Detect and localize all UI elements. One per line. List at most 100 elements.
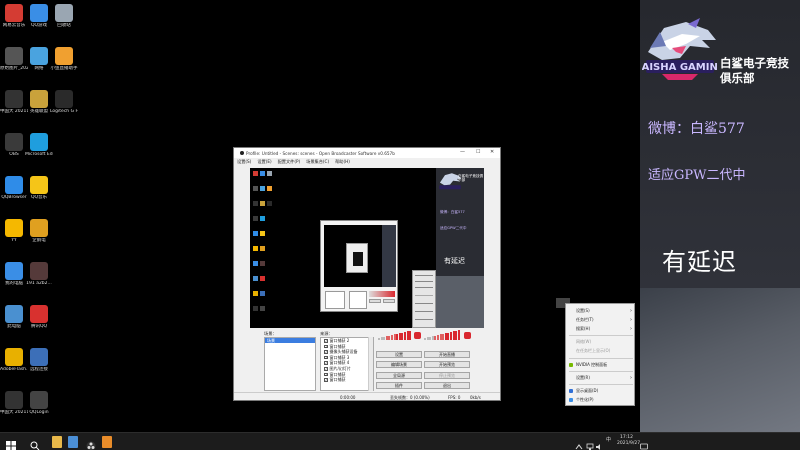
source-visibility-checkbox[interactable]: ✓ (324, 350, 328, 354)
stop-preview-button[interactable]: 停止预览 (424, 372, 470, 379)
desktop-icon[interactable]: QQ音乐 (25, 176, 53, 200)
context-menu-item[interactable]: 设置(R) › (566, 374, 636, 382)
nested-controls (369, 291, 395, 309)
desktop-icon-label: 中国大 20211020... (0, 410, 28, 415)
desktop-icon[interactable]: 我的电脑 (0, 262, 28, 286)
desktop-icon[interactable]: 网易云音乐 (0, 4, 28, 28)
desktop-icon[interactable]: 此电脑 (0, 305, 28, 329)
desktop-icon[interactable]: Microsoft Edge (25, 133, 53, 157)
start-preview-button[interactable]: 开始预览 (424, 361, 470, 368)
plugins-button[interactable]: 插件 (376, 382, 422, 389)
desktop-icon[interactable]: OBS (0, 133, 28, 157)
exit-button[interactable]: 退出 (424, 382, 470, 389)
ime-indicator[interactable]: 中 (606, 438, 611, 443)
desktop-icon[interactable]: QQLogin (25, 391, 53, 415)
context-menu-item[interactable]: 搜索(H) › (566, 325, 636, 333)
context-menu-item[interactable]: 个性化(P) (566, 396, 636, 404)
menu-item-edit[interactable]: 设置(E) (257, 159, 271, 165)
minimize-icon[interactable]: — (460, 149, 465, 155)
desktop-icon[interactable]: 远程连接 (25, 348, 53, 372)
app-icon (30, 176, 48, 194)
clock-date[interactable]: 2021/9/27 (617, 441, 640, 446)
menu-item-profiles[interactable]: 配置文件(P) (278, 159, 301, 165)
desktop-icon[interactable]: 191 a2b2... (25, 262, 53, 286)
mic-volume-meter[interactable] (378, 330, 412, 340)
desktop-icon[interactable]: AdobeFlash... (0, 348, 28, 372)
tray-expand-icon[interactable] (575, 436, 583, 450)
app-icon (5, 90, 23, 108)
taskbar: 中 17:12 2021/9/27 (0, 432, 800, 450)
preview-desktop-icon (267, 186, 272, 191)
obs-status-bar: 0:00:00 丢失帧数：0 (0.00%) FPS: 0 0kb/s (234, 392, 500, 400)
obs-menu-bar: 设置(S) 设置(E) 配置文件(P) 场景集合(C) 帮助(H) (234, 158, 500, 166)
context-menu-item[interactable]: 显示桌面(D) (566, 387, 636, 395)
source-visibility-checkbox[interactable]: ✓ (324, 372, 328, 377)
source-visibility-checkbox[interactable]: ✓ (324, 378, 328, 382)
context-menu-item[interactable]: 在任务栏上显示(O) (566, 347, 636, 355)
search-icon[interactable] (30, 436, 42, 450)
context-menu-item[interactable]: NVIDIA 控制面板 (566, 361, 636, 369)
edit-scene-button[interactable]: 编辑场景 (376, 361, 422, 368)
network-icon[interactable] (586, 436, 594, 450)
desktop-icon[interactable]: Logitech G HUB (50, 90, 78, 114)
context-menu-item[interactable]: 设置(S) › (566, 307, 636, 315)
start-button[interactable] (6, 436, 18, 450)
desktop-icon[interactable]: 小鱼直播助手 (50, 47, 78, 71)
context-menu-item[interactable]: 任务栏(T) › (566, 316, 636, 324)
preview-desktop-icon (260, 186, 265, 191)
desktop-icon[interactable]: 腾讯QQ (25, 305, 53, 329)
preview-desktop-icon (267, 201, 272, 206)
settings-button[interactable]: 设置 (376, 351, 422, 358)
browser-icon[interactable] (68, 436, 78, 448)
preview-status-adapting: 适应GPW二代中 (440, 226, 467, 230)
file-explorer-icon[interactable] (52, 436, 62, 448)
app-taskbar-icon[interactable] (102, 436, 112, 448)
desktop-icon[interactable]: YY (0, 219, 28, 243)
notification-icon[interactable] (640, 436, 648, 450)
preview-desktop-icon (260, 306, 265, 311)
context-menu-item[interactable]: 网络(W) (566, 338, 636, 346)
mic-speaker-icon[interactable] (414, 332, 421, 339)
sources-list[interactable]: ✓ 窗口捕获 2 ✓ 窗口捕获 ✓ 摄像头捕获设备 ✓ 窗口捕获 3 ✓ 窗口捕获 4 ✓ 图片/幻灯… (320, 337, 374, 391)
source-visibility-checkbox[interactable]: ✓ (324, 355, 328, 360)
preview-desktop-icon (253, 171, 258, 176)
menu-item-scene-collections[interactable]: 场景集合(C) (306, 159, 329, 165)
chevron-right-icon: › (630, 375, 632, 381)
taskbar-context-menu[interactable]: 设置(S) › 任务栏(T) › 搜索(H) › 网络(W) 在任务栏上显示(O) NVIDIA… (565, 303, 635, 406)
app-icon (30, 90, 48, 108)
sources-scrollbar[interactable] (368, 337, 373, 391)
desktop-icon[interactable]: 中国大 20211123... (0, 90, 28, 114)
volume-icon[interactable] (595, 436, 603, 450)
app-icon (5, 348, 23, 366)
desktop-icon[interactable]: QQ游戏 (25, 4, 53, 28)
desktop-icon[interactable]: 网络 (25, 47, 53, 71)
obs-taskbar-icon[interactable] (86, 436, 96, 450)
desktop-icon[interactable]: QQBrowser (0, 176, 28, 200)
desktop-volume-meter[interactable] (424, 330, 462, 340)
source-visibility-checkbox[interactable]: ✓ (324, 344, 328, 349)
desktop-icon[interactable]: 中国大 20211020... (0, 391, 28, 415)
global-sources-button[interactable]: 全局源 (376, 372, 422, 379)
start-stream-button[interactable]: 开始直播 (424, 351, 470, 358)
desktop-speaker-icon[interactable] (464, 332, 471, 339)
desktop-icon[interactable]: 原始图片_20211... (0, 47, 28, 71)
source-visibility-checkbox[interactable]: ✓ (324, 367, 328, 371)
desktop-icon[interactable]: 回收站 (50, 4, 78, 28)
app-icon (5, 262, 23, 280)
menu-item-help[interactable]: 帮助(H) (335, 159, 350, 165)
preview-desktop-icon (253, 231, 258, 236)
menu-item-settings[interactable]: 设置(S) (237, 159, 251, 165)
maximize-icon[interactable]: ☐ (476, 149, 480, 155)
desktop-icon[interactable]: 企鹅电 (25, 219, 53, 243)
obs-preview[interactable]: 白鲨电子竞技俱乐部 微博：白鲨577 适应GPW二代中 有延迟 (250, 168, 484, 328)
close-icon[interactable]: ✕ (490, 149, 494, 155)
clock-time[interactable]: 17:12 (620, 435, 633, 440)
scene-item-selected[interactable]: 场景 (265, 338, 315, 343)
source-row[interactable]: ✓ 窗口捕获 (321, 377, 373, 383)
desktop-icon[interactable]: 英雄联盟 (25, 90, 53, 114)
obs-title-bar[interactable]: Profile: Untitled - Scenes: scenes - Ope… (234, 148, 500, 158)
source-visibility-checkbox[interactable]: ✓ (324, 361, 328, 365)
obs-window[interactable]: Profile: Untitled - Scenes: scenes - Ope… (233, 147, 501, 401)
source-visibility-checkbox[interactable]: ✓ (324, 339, 328, 343)
scenes-list[interactable]: 场景 (264, 337, 316, 391)
